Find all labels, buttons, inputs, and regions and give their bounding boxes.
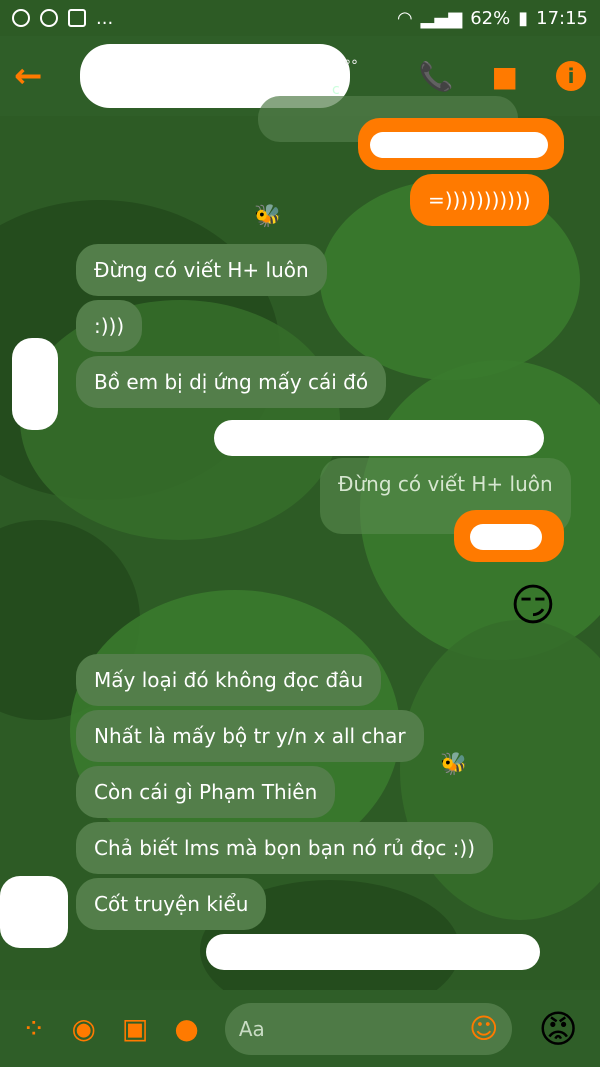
message-input[interactable]: Aa ☺: [224, 1002, 513, 1055]
message-bubble-received[interactable]: Đừng có viết H+ luôn: [76, 244, 327, 296]
phone-call-icon[interactable]: 📞: [419, 60, 454, 93]
messenger-icon: [12, 9, 30, 27]
signal-icon: ▂▄▆: [420, 7, 463, 29]
account-icon: [40, 9, 58, 27]
back-arrow-icon[interactable]: ←: [14, 56, 64, 96]
message-bubble-sent[interactable]: =))))))))))): [410, 174, 549, 226]
bee-sticker: 🐝: [440, 752, 468, 777]
message-bubble-received[interactable]: Còn cái gì Phạm Thiên: [76, 766, 336, 818]
message-bubble-received[interactable]: Cốt truyện kiểu: [76, 878, 267, 930]
battery-icon: ▮: [518, 7, 529, 29]
apps-grid-icon[interactable]: ⁘: [22, 1012, 45, 1045]
avatar-redacted: [0, 876, 68, 948]
video-call-icon[interactable]: ■: [492, 60, 518, 93]
smirk-emoji[interactable]: 😏: [510, 580, 556, 631]
message-bubble-received[interactable]: Bồ em bị dị ứng mấy cái đó: [76, 356, 387, 408]
emoji-picker-icon[interactable]: ☺: [469, 1012, 498, 1045]
message-bubble-received[interactable]: Chả biết lms mà bọn bạn nó rủ đọc :)): [76, 822, 494, 874]
composer-bar: ⁘ ◉ ▣ ● Aa ☺ 😡: [0, 990, 600, 1067]
microphone-icon[interactable]: ●: [174, 1012, 198, 1045]
message-bubble-received[interactable]: Mấy loại đó không đọc đâu: [76, 654, 382, 706]
more-notifications: ...: [96, 7, 114, 29]
angry-reaction-button[interactable]: 😡: [538, 1007, 578, 1051]
message-bubble-sent[interactable]: [454, 510, 564, 562]
camera-icon[interactable]: ◉: [71, 1012, 95, 1045]
gallery-icon[interactable]: ▣: [122, 1012, 148, 1045]
status-bar: ... ◠ ▂▄▆ 62% ▮ 17:15: [0, 0, 600, 36]
typing-indicator-redacted: [206, 934, 540, 970]
clock: 17:15: [536, 7, 588, 29]
battery-level: 62%: [470, 7, 511, 29]
avatar-redacted: [12, 338, 58, 430]
reply-header-redacted: [214, 420, 544, 456]
wifi-icon: ◠: [396, 7, 413, 29]
bee-sticker: 🐝: [254, 204, 282, 229]
message-bubble-received[interactable]: :))): [76, 300, 143, 352]
message-placeholder: Aa: [238, 1016, 265, 1041]
message-bubble-sent[interactable]: [358, 118, 564, 170]
capcut-icon: [68, 9, 86, 27]
info-icon[interactable]: i: [556, 61, 586, 91]
contact-name-tail: °°: [344, 58, 358, 74]
message-bubble-received[interactable]: Nhất là mấy bộ tr y/n x all char: [76, 710, 424, 762]
